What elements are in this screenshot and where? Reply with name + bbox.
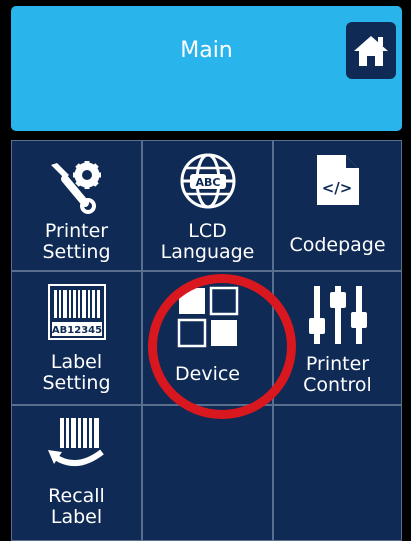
home-icon [354,35,388,66]
header-bar: Main [11,6,402,131]
grid-squares-icon [177,286,238,348]
printer-control-tile[interactable]: Printer Control [273,271,402,405]
empty-tile [142,405,273,541]
tile-label: Recall Label [48,485,105,528]
tile-label: Printer Setting [42,220,111,263]
barcode-icon-text: AB12345 [51,325,101,336]
globe-icon-text: ABC [195,176,220,189]
tile-label: LCD Language [160,220,255,263]
tile-label: Label Setting [42,351,111,394]
label-setting-tile[interactable]: AB12345 Label Setting [11,271,142,405]
tile-label: Device [175,363,240,385]
barcode-icon: AB12345 [47,284,106,340]
printer-lcd-screen: Main Printer Setting ABC LCD Language </… [0,0,411,541]
sliders-icon [308,286,367,344]
globe-icon: ABC [180,153,235,209]
codepage-tile[interactable]: </> Codepage [273,140,402,271]
printer-setting-tile[interactable]: Printer Setting [11,140,142,271]
document-code-icon: </> [316,155,359,205]
code-icon-text: </> [321,179,352,197]
tile-label: Codepage [289,234,386,256]
menu-grid: Printer Setting ABC LCD Language </> Cod… [11,140,402,541]
lcd-language-tile[interactable]: ABC LCD Language [142,140,273,271]
page-title: Main [180,38,233,63]
device-tile[interactable]: Device [142,271,273,405]
wrench-gear-icon [50,161,101,214]
empty-tile [273,405,402,541]
recall-label-tile[interactable]: Recall Label [11,405,142,541]
tile-label: Printer Control [303,353,372,396]
recall-barcode-icon [47,418,104,466]
home-button[interactable] [346,22,396,79]
